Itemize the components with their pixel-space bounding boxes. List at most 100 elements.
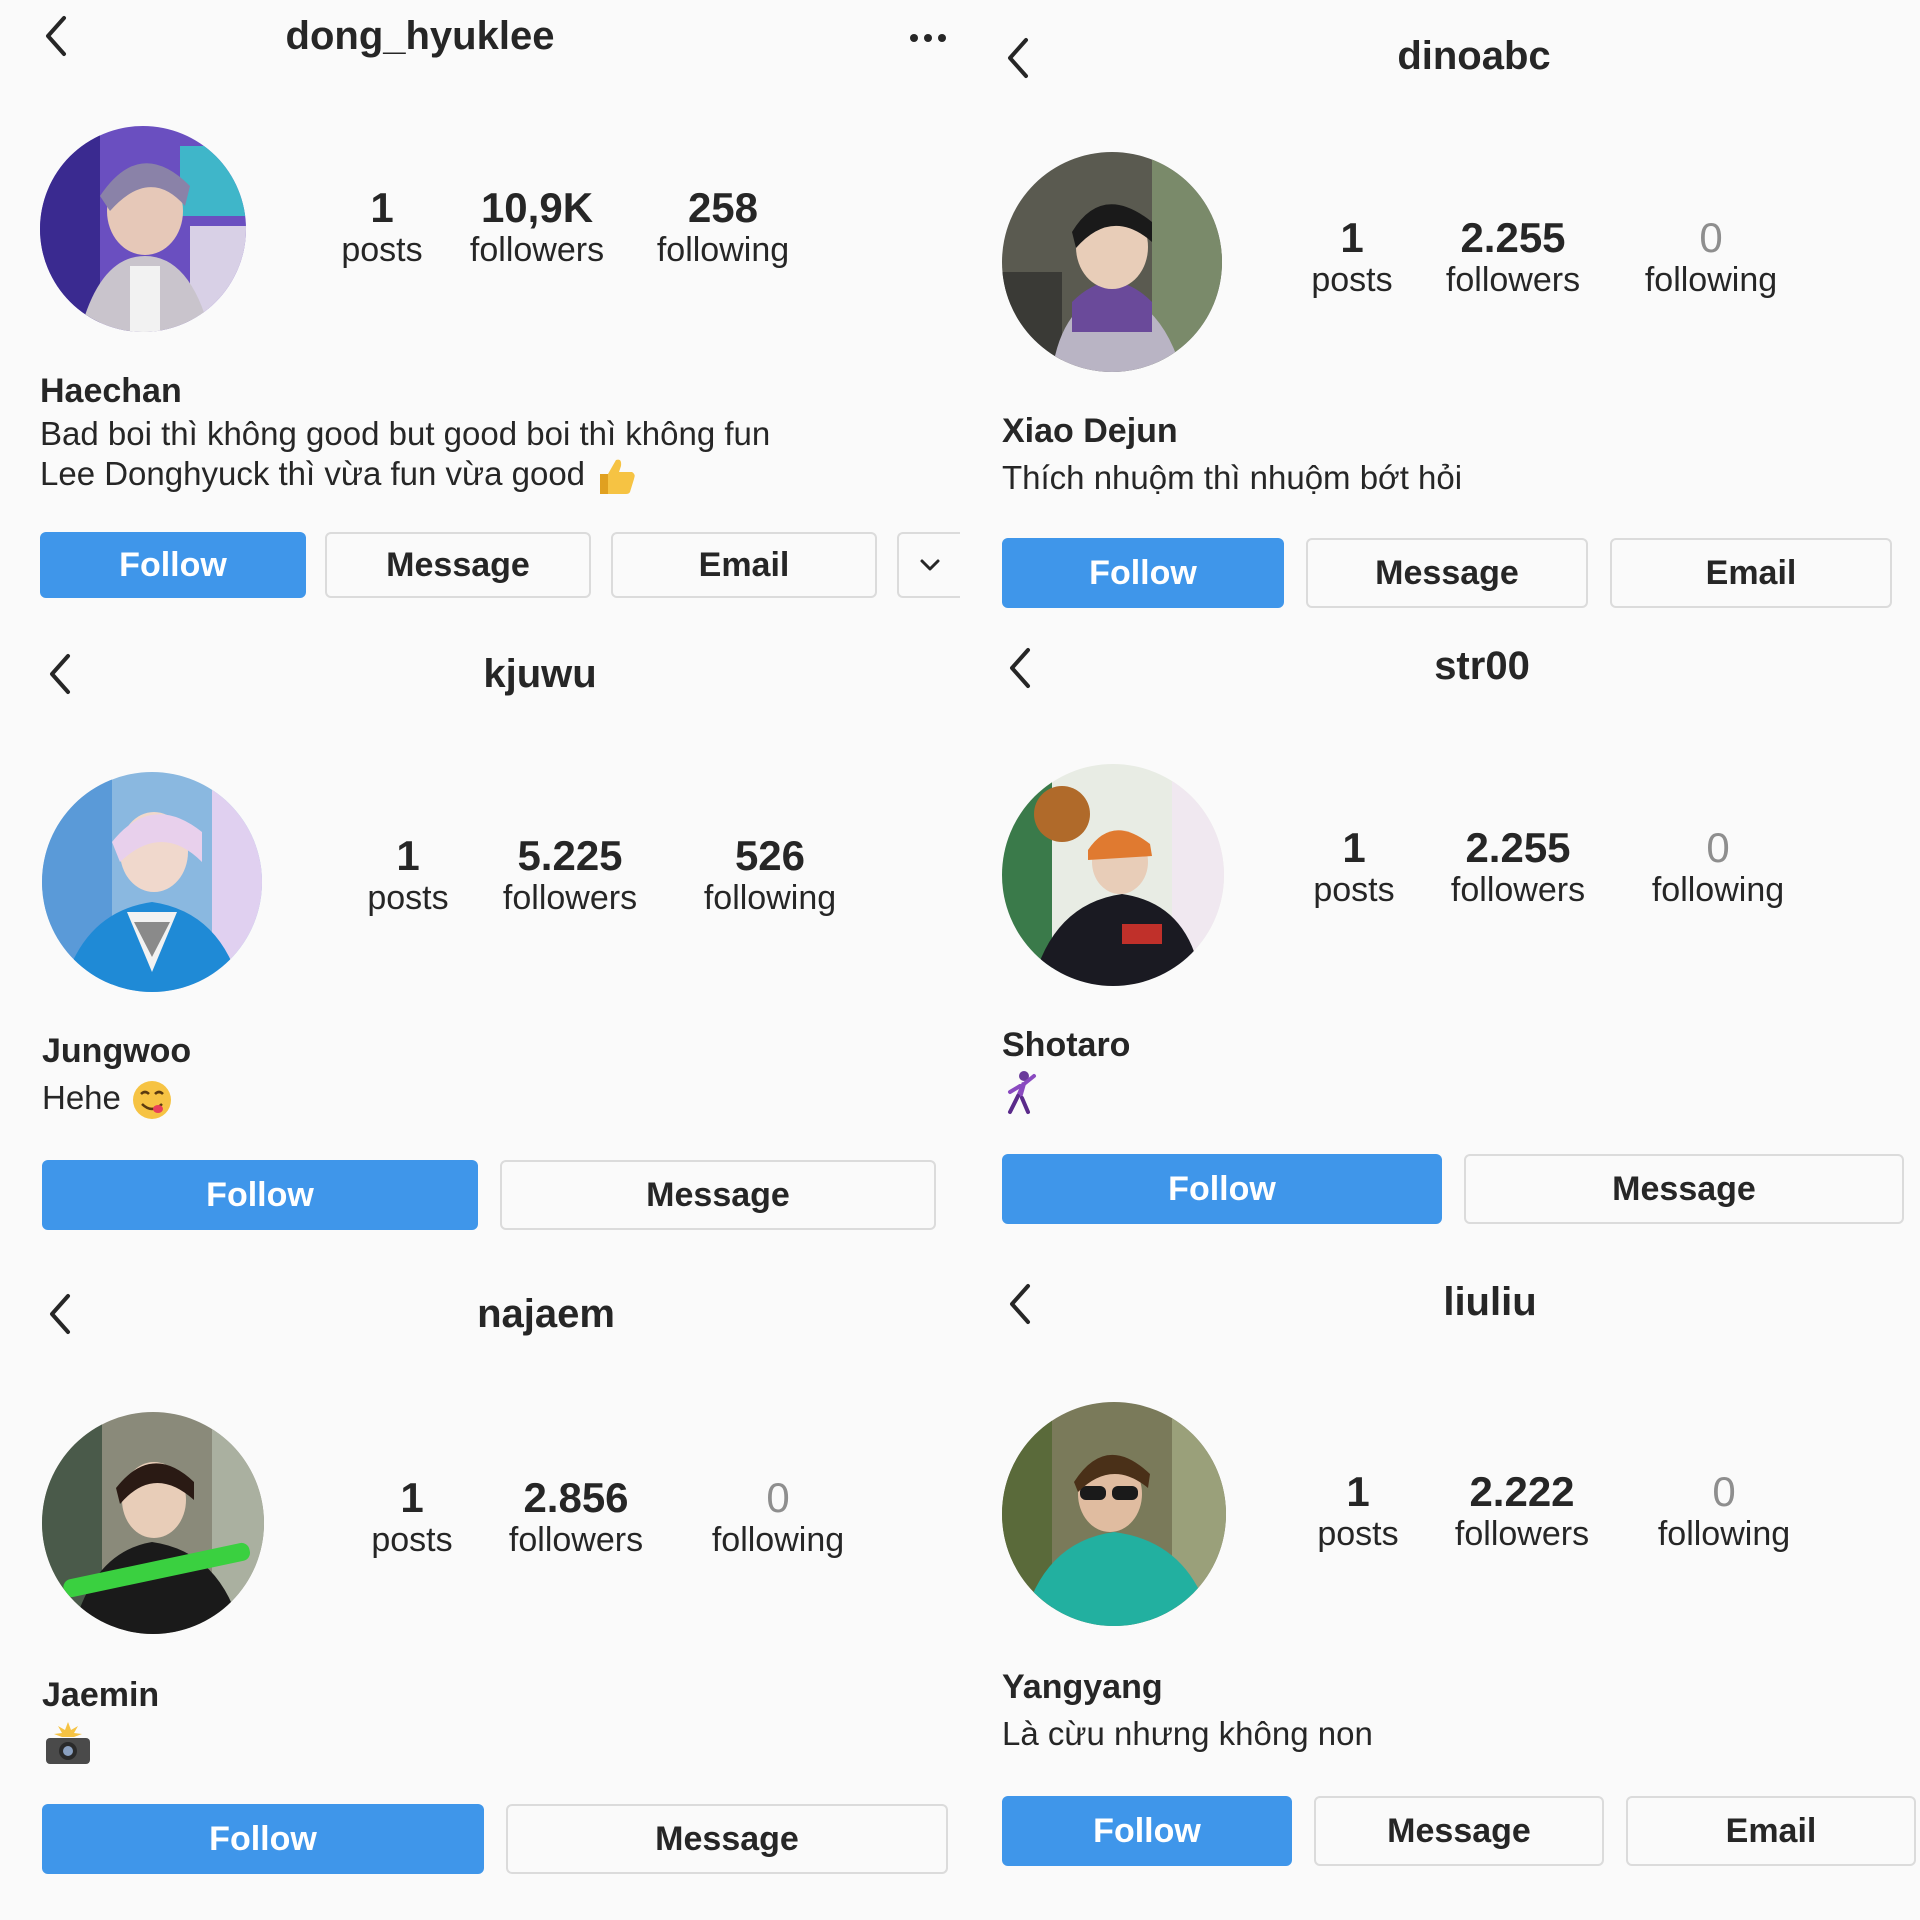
camera-flash-icon [46,1722,90,1764]
follow-button[interactable]: Follow [1002,1796,1292,1866]
profile-username: najaem [477,1292,615,1336]
following-stat[interactable]: 526 following [670,832,870,919]
profile-avatar[interactable] [1002,764,1224,986]
followers-count: 5.225 [517,832,623,879]
profile-avatar[interactable] [40,126,246,332]
following-stat[interactable]: 258 following [630,184,816,271]
profile-bio: Là cừu nhưng không non [1002,1714,1373,1754]
profile-stats: 1 posts 5.225 followers 526 following [346,832,870,919]
bio-line: Hehe [42,1079,121,1116]
bio-line: Bad boi thì không good but good boi thì … [40,415,771,452]
bio-line: Là cừu nhưng không non [1002,1715,1373,1752]
profile-stats: 1 posts 2.222 followers 0 following [1296,1468,1824,1555]
profile-avatar[interactable] [42,1412,264,1634]
posts-stat[interactable]: 1 posts [1296,1468,1420,1555]
posts-label: posts [1313,871,1395,910]
followers-count: 2.856 [523,1474,629,1521]
profile-panel-kjuwu: kjuwu 1 posts 5.225 followers 526 follow… [0,640,960,1280]
posts-count: 1 [1340,214,1364,261]
thumbs-up-icon [600,459,635,495]
yum-face-icon [133,1081,172,1120]
profile-stats: 1 posts 2.255 followers 0 following [1290,214,1810,301]
bio-line: Lee Donghyuck thì vừa fun vừa good [40,455,586,492]
profile-stats: 1 posts 2.255 followers 0 following [1290,824,1818,911]
follow-button[interactable]: Follow [1002,1154,1442,1224]
followers-stat[interactable]: 2.856 followers [474,1474,678,1561]
followers-stat[interactable]: 10,9K followers [444,184,630,271]
following-count: 0 [766,1474,790,1521]
posts-stat[interactable]: 1 posts [1290,824,1418,911]
profile-username: liuliu [1443,1280,1537,1324]
posts-stat[interactable]: 1 posts [350,1475,474,1561]
profile-avatar[interactable] [1002,152,1222,372]
following-stat[interactable]: 0 following [1612,214,1810,301]
following-label: following [711,1521,845,1560]
followers-label: followers [502,879,638,918]
followers-label: followers [469,231,605,270]
profile-username: dong_hyuklee [285,14,555,58]
following-count: 526 [734,832,806,879]
message-button[interactable]: Message [1314,1796,1604,1866]
suggestions-dropdown-button[interactable] [897,532,960,598]
followers-stat[interactable]: 2.222 followers [1420,1468,1624,1555]
follow-button[interactable]: Follow [42,1160,478,1230]
posts-count: 1 [1346,1468,1370,1515]
followers-label: followers [1450,871,1586,910]
follow-button[interactable]: Follow [40,532,306,598]
follow-button[interactable]: Follow [1002,538,1284,608]
dancer-icon [1008,1071,1036,1114]
following-count: 0 [1699,214,1723,261]
followers-count: 10,9K [480,184,594,231]
email-button[interactable]: Email [1626,1796,1916,1866]
profile-display-name: Yangyang [1002,1668,1163,1706]
follow-button[interactable]: Follow [42,1804,484,1874]
profile-panel-dong-hyuklee: dong_hyuklee 1 posts 10,9K followers 258… [0,0,960,640]
posts-stat[interactable]: 1 posts [346,833,470,919]
profile-bio [1002,1070,1040,1116]
following-stat[interactable]: 0 following [678,1474,878,1561]
following-label: following [1657,1515,1791,1554]
followers-stat[interactable]: 5.225 followers [470,832,670,919]
followers-stat[interactable]: 2.255 followers [1418,824,1618,911]
posts-label: posts [1311,261,1393,300]
profile-display-name: Shotaro [1002,1026,1131,1064]
followers-count: 2.222 [1469,1468,1575,1515]
following-count: 0 [1712,1468,1736,1515]
posts-stat[interactable]: 1 posts [320,185,444,271]
posts-stat[interactable]: 1 posts [1290,214,1414,301]
followers-label: followers [508,1521,644,1560]
posts-label: posts [371,1521,453,1560]
profile-avatar[interactable] [42,772,262,992]
profile-bio: Hehe [42,1078,174,1122]
profile-bio: Thích nhuộm thì nhuộm bớt hỏi [1002,458,1462,498]
profile-display-name: Jaemin [42,1676,160,1714]
following-count: 258 [687,184,759,231]
following-stat[interactable]: 0 following [1624,1468,1824,1555]
profile-username: dinoabc [1397,34,1551,78]
message-button[interactable]: Message [1464,1154,1904,1224]
posts-label: posts [367,879,449,918]
profile-panel-str00: str00 1 posts 2.255 followers 0 followin… [960,640,1920,1280]
followers-count: 2.255 [1460,214,1566,261]
profile-display-name: Xiao Dejun [1002,412,1178,450]
bio-line: Thích nhuộm thì nhuộm bớt hỏi [1002,459,1463,496]
profile-username: str00 [1434,644,1530,688]
followers-stat[interactable]: 2.255 followers [1414,214,1612,301]
message-button[interactable]: Message [1306,538,1588,608]
profile-panel-liuliu: liuliu 1 posts 2.222 followers 0 followi… [960,1280,1920,1920]
followers-label: followers [1454,1515,1590,1554]
email-button[interactable]: Email [1610,538,1892,608]
message-button[interactable]: Message [506,1804,948,1874]
followers-count: 2.255 [1465,824,1571,871]
email-button[interactable]: Email [611,532,877,598]
message-button[interactable]: Message [500,1160,936,1230]
posts-count: 1 [1342,824,1366,871]
profile-panel-najaem: najaem 1 posts 2.856 followers 0 followi… [0,1280,960,1920]
message-button[interactable]: Message [325,532,591,598]
more-options-icon[interactable] [904,24,952,52]
following-count: 0 [1706,824,1730,871]
following-stat[interactable]: 0 following [1618,824,1818,911]
profile-stats: 1 posts 10,9K followers 258 following [320,184,816,271]
profile-avatar[interactable] [1002,1402,1226,1626]
profile-stats: 1 posts 2.856 followers 0 following [350,1474,878,1561]
